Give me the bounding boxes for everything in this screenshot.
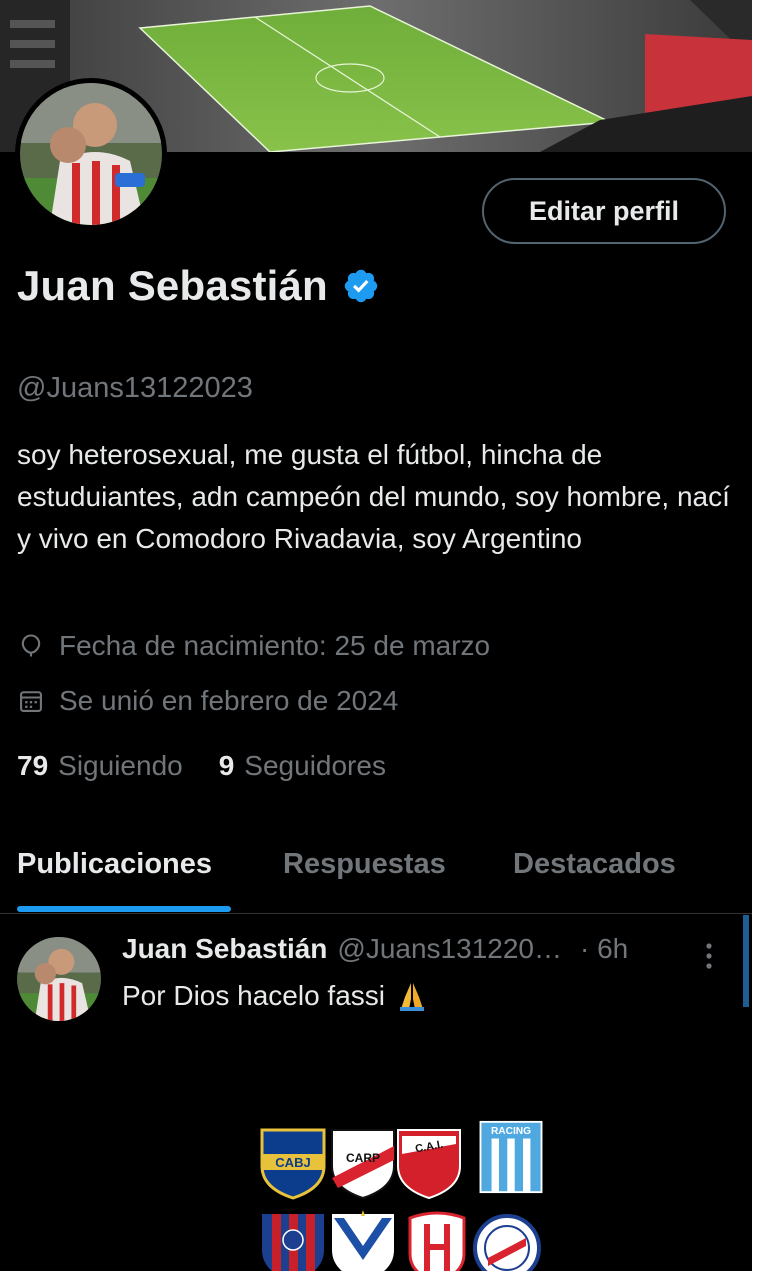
badge-boca-label: CABJ <box>275 1155 310 1170</box>
balloon-icon <box>21 634 41 657</box>
badge-boca-icon: CABJ <box>260 1128 326 1200</box>
profile-handle: @Juans13122023 <box>17 372 253 404</box>
profile-tabs: Publicaciones Respuestas Destacados <box>0 830 752 914</box>
avatar-photo <box>20 83 162 225</box>
profile-bio: soy heterosexual, me gusta el fútbol, hi… <box>17 439 730 554</box>
screenshot-border <box>752 0 759 1271</box>
badge-racing-label: RACING <box>491 1126 531 1137</box>
tab-respuestas[interactable]: Respuestas <box>283 848 446 881</box>
badge-independiente-icon: C.A.I. <box>397 1129 461 1200</box>
badge-san-lorenzo-icon <box>262 1214 324 1271</box>
badge-huracan-icon <box>408 1211 466 1271</box>
joined-row: Se unió en febrero de 2024 <box>17 685 398 717</box>
name-row: Juan Sebastián <box>17 262 380 310</box>
follow-stats: 79 Siguiendo 9 Seguidores <box>17 750 422 782</box>
followers-count[interactable]: 9 <box>219 750 235 782</box>
badge-racing-icon: RACING <box>479 1120 543 1194</box>
tab-publicaciones[interactable]: Publicaciones <box>17 848 212 881</box>
joined-text: Se unió en febrero de 2024 <box>59 685 399 716</box>
profile-screen: Editar perfil Juan Sebastián @Juans13122… <box>0 0 752 1271</box>
post-avatar-photo <box>17 937 101 1021</box>
edit-profile-button[interactable]: Editar perfil <box>482 178 726 244</box>
display-name: Juan Sebastián <box>17 262 328 309</box>
praying-hands-icon <box>400 983 425 1011</box>
calendar-icon <box>20 691 42 712</box>
club-badges-image: CABJ CARP C.A.I. RACING <box>254 1120 554 1271</box>
scroll-indicator[interactable] <box>743 915 749 1007</box>
post-author-handle[interactable]: @Juans131220… <box>337 933 562 965</box>
verified-badge-icon[interactable] <box>342 267 380 305</box>
post-text-row: Por Dios hacelo fassi <box>122 979 429 1013</box>
badge-argentinos-icon <box>473 1214 541 1271</box>
birth-date-row: Fecha de nacimiento: 25 de marzo <box>17 630 490 662</box>
post-author-name[interactable]: Juan Sebastián <box>122 933 327 965</box>
birth-date-text: Fecha de nacimiento: 25 de marzo <box>59 630 491 661</box>
followers-label[interactable]: Seguidores <box>244 750 386 782</box>
tab-destacados[interactable]: Destacados <box>513 848 676 881</box>
post-avatar[interactable] <box>17 937 101 1021</box>
active-tab-indicator <box>17 906 231 912</box>
badge-river-label: CARP <box>346 1151 380 1165</box>
post-text: Por Dios hacelo fassi <box>122 980 386 1011</box>
badge-velez-icon <box>332 1210 394 1271</box>
following-label[interactable]: Siguiendo <box>58 750 183 782</box>
profile-avatar[interactable] <box>15 78 167 230</box>
following-count[interactable]: 79 <box>17 750 48 782</box>
post-header: Juan Sebastián @Juans131220… · 6h <box>122 933 628 965</box>
more-vertical-icon[interactable] <box>702 941 716 971</box>
post-timestamp[interactable]: · 6h <box>580 933 628 965</box>
badge-river-icon: CARP <box>331 1129 395 1200</box>
